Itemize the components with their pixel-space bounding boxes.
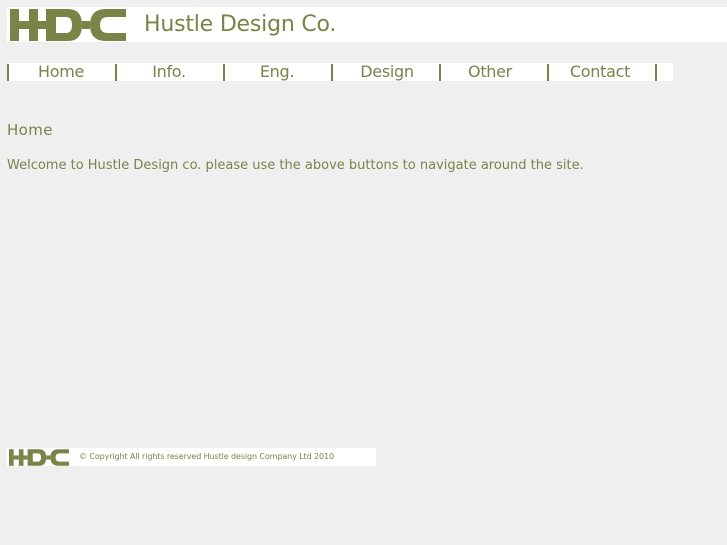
nav-other-button[interactable]: Other bbox=[440, 63, 540, 81]
nav-eng-button[interactable]: Eng. bbox=[227, 63, 327, 81]
page-title: Home bbox=[7, 121, 53, 139]
nav-home-button[interactable]: Home bbox=[11, 63, 111, 81]
hdc-logo[interactable] bbox=[10, 9, 126, 41]
site-footer: © Copyright All rights reserved Hustle d… bbox=[7, 448, 376, 466]
main-nav: Home Info. Eng. Design Other Contact bbox=[7, 63, 673, 81]
welcome-text: Welcome to Hustle Design co. please use … bbox=[7, 158, 584, 173]
site-title: Hustle Design Co. bbox=[144, 12, 337, 37]
nav-divider bbox=[547, 64, 549, 81]
nav-divider bbox=[223, 64, 225, 81]
copyright-text: © Copyright All rights reserved Hustle d… bbox=[79, 452, 334, 461]
nav-info-button[interactable]: Info. bbox=[119, 63, 219, 81]
nav-divider bbox=[655, 64, 657, 81]
site-header: Hustle Design Co. bbox=[7, 7, 727, 42]
hdc-footer-logo bbox=[9, 449, 69, 466]
nav-divider bbox=[115, 64, 117, 81]
nav-contact-button[interactable]: Contact bbox=[550, 63, 650, 81]
nav-design-button[interactable]: Design bbox=[337, 63, 437, 81]
nav-divider bbox=[331, 64, 333, 81]
nav-divider bbox=[7, 64, 9, 81]
